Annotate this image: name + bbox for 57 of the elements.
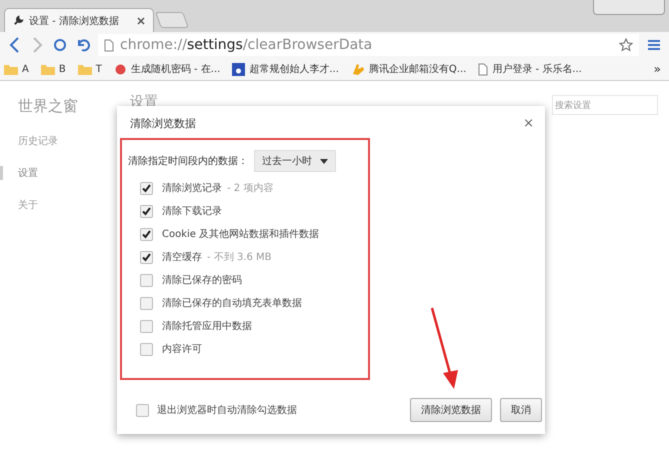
checkbox[interactable] (140, 250, 153, 264)
option-label: 退出浏览器时自动清除勾选数据 (157, 404, 297, 417)
option-label: 清空缓存 (162, 250, 202, 264)
folder-icon (40, 64, 55, 74)
option-label: 清除已保存的自动填充表单数据 (162, 296, 302, 310)
option-label: 清除下载记录 (162, 204, 222, 218)
bookmark-item[interactable]: A (4, 64, 29, 74)
option-note: - 不到 3.6 MB (207, 251, 272, 264)
bookmark-item[interactable]: 用户登录 - 乐乐名... (478, 62, 582, 76)
option-note: - 2 项内容 (227, 182, 274, 195)
window-controls-drawing[interactable] (593, 0, 665, 15)
tab-title: 设置 - 清除浏览数据 (29, 14, 120, 28)
wrench-icon (13, 15, 24, 26)
browser-tab[interactable]: 设置 - 清除浏览数据 (4, 8, 154, 32)
bookmark-item[interactable]: 超常规创始人李才... (232, 62, 339, 76)
search-field[interactable]: 搜索设置 (552, 95, 658, 115)
star-icon[interactable] (619, 38, 633, 52)
hand-icon (350, 62, 365, 76)
page-icon (478, 62, 488, 76)
folder-icon (4, 64, 18, 74)
undo-icon[interactable] (76, 37, 90, 53)
caret-icon (320, 158, 328, 164)
checkbox[interactable] (140, 342, 153, 356)
clear-data-button[interactable]: 清除浏览数据 (410, 398, 492, 422)
site-icon (114, 62, 127, 76)
bookmark-item[interactable]: 生成随机密码 - 在... (114, 62, 220, 76)
checkbox[interactable] (140, 296, 153, 310)
close-icon[interactable] (137, 16, 145, 24)
checkbox[interactable] (140, 228, 153, 240)
menu-icon[interactable] (647, 38, 661, 52)
url-text: chrome://settings/clearBrowserData (120, 37, 372, 53)
page-icon (104, 38, 114, 52)
option-label: 清除已保存的密码 (162, 274, 242, 287)
dialog-title: 清除浏览数据 (130, 116, 196, 130)
reload-icon[interactable] (52, 37, 68, 53)
bookmark-item[interactable]: T (78, 64, 102, 74)
option-label: 清除浏览记录 (162, 182, 222, 195)
range-label: 清除指定时间段内的数据： (128, 154, 248, 168)
sidebar-item[interactable]: 设置 (0, 166, 110, 180)
cancel-button[interactable]: 取消 (500, 398, 542, 422)
site-icon (232, 62, 246, 76)
folder-icon (78, 64, 92, 74)
option-label: 内容许可 (162, 342, 202, 356)
bookmark-item[interactable]: 腾讯企业邮箱没有Q... (350, 62, 466, 76)
more-bookmarks-button[interactable]: » (654, 62, 665, 76)
bookmark-item[interactable]: B (40, 64, 66, 74)
checkbox[interactable] (136, 404, 149, 416)
option-label: Cookie 及其他网站数据和插件数据 (162, 228, 320, 241)
checkbox[interactable] (140, 204, 153, 218)
checkbox[interactable] (140, 320, 153, 332)
option-label: 清除托管应用中数据 (162, 320, 252, 333)
checkbox[interactable] (140, 182, 153, 194)
time-range-dropdown[interactable]: 过去一小时 (254, 150, 336, 172)
sidebar-title: 世界之窗 (18, 97, 79, 116)
close-button[interactable]: × (523, 116, 534, 130)
address-bar[interactable]: chrome://settings/clearBrowserData (98, 34, 639, 56)
checkbox[interactable] (140, 274, 153, 286)
